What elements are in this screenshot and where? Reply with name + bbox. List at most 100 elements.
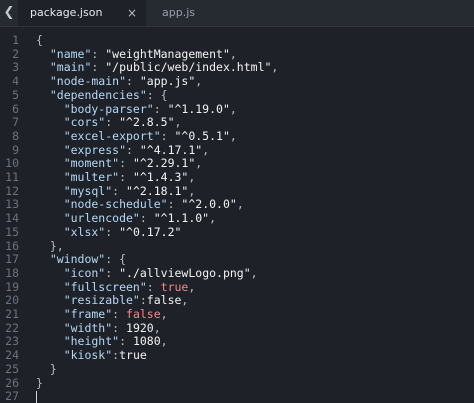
code-line: "resizable":false, <box>36 293 189 308</box>
close-icon[interactable]: × <box>127 0 137 26</box>
code-token: true <box>160 279 189 294</box>
code-token: , <box>195 156 203 171</box>
code-line: "node-main": "app.js", <box>36 74 202 88</box>
code-token: "multer" <box>36 170 120 184</box>
line-number: 22 <box>5 320 19 335</box>
line-number: 10 <box>5 156 19 171</box>
code-token: "^2.8.5" <box>119 115 175 130</box>
code-area[interactable]: { "name": "weightManagement", "main": "/… <box>36 27 472 403</box>
tab-package-json[interactable]: package.json × <box>18 0 146 26</box>
code-token: } <box>36 361 57 376</box>
code-token: "resizable" <box>36 293 140 308</box>
line-number: 4 <box>12 74 19 89</box>
code-line: } <box>36 362 57 376</box>
code-token: , <box>209 211 217 226</box>
code-token: } <box>36 375 43 390</box>
code-line: "icon": "./allviewLogo.png", <box>36 266 258 280</box>
tab-bar: ❮ package.json × app.js <box>0 0 474 27</box>
code-token: "urlencode" <box>36 211 140 226</box>
code-token: : <box>112 183 127 198</box>
code-token: , <box>188 183 196 198</box>
code-token: , <box>229 101 237 116</box>
line-number: 9 <box>12 142 19 157</box>
code-line: }, <box>36 239 64 253</box>
code-token: "^1.19.0" <box>167 101 230 116</box>
code-token: , <box>236 197 244 212</box>
line-number: 17 <box>5 252 19 267</box>
code-line: "kiosk":true <box>36 348 147 362</box>
code-token: "node-schedule" <box>36 197 168 212</box>
text-cursor <box>36 391 37 403</box>
code-token: : <box>126 142 140 157</box>
code-token: "^1.4.3" <box>132 170 189 184</box>
line-number: 18 <box>5 265 19 280</box>
line-number: 26 <box>5 375 19 390</box>
code-token: : <box>146 279 161 294</box>
line-number: 8 <box>12 128 19 143</box>
code-line: "dependencies": { <box>36 88 168 102</box>
code-token: 1080 <box>132 334 161 349</box>
code-token: "mysql" <box>36 183 113 198</box>
code-token: }, <box>36 238 64 253</box>
code-token: , <box>174 115 182 130</box>
line-number: 20 <box>5 293 19 308</box>
code-line: "width": 1920, <box>36 321 161 335</box>
code-token: : <box>167 197 182 212</box>
code-line: "mysql": "^2.18.1", <box>36 183 196 198</box>
code-token: : <box>119 170 133 184</box>
code-line: "body-parser": "^1.19.0", <box>36 102 237 116</box>
code-line: "excel-export": "^0.5.1", <box>36 129 237 143</box>
code-token: "^1.1.0" <box>153 211 210 226</box>
line-number: 2 <box>12 46 19 61</box>
code-token: "^4.17.1" <box>139 142 203 157</box>
code-token: : <box>139 293 147 308</box>
code-line: "name": "weightManagement", <box>36 47 237 61</box>
line-number: 16 <box>5 238 19 253</box>
code-token: : <box>105 224 120 239</box>
line-number: 15 <box>5 224 19 239</box>
code-line: "frame": false, <box>36 307 168 321</box>
code-token: "excel-export" <box>36 128 161 143</box>
line-number: 13 <box>5 197 19 212</box>
code-token: : <box>160 128 175 143</box>
code-token: , <box>181 293 189 308</box>
tab-label: package.json <box>30 6 103 19</box>
code-token: "body-parser" <box>36 101 154 116</box>
code-token: : <box>126 74 140 89</box>
code-line: "express": "^4.17.1", <box>36 143 209 157</box>
code-token: "main" <box>36 60 92 75</box>
code-token: "^0.5.1" <box>174 128 230 143</box>
code-token: "/public/web/index.html" <box>105 60 272 75</box>
code-token: , <box>202 142 210 157</box>
code-token: "kiosk" <box>36 348 113 363</box>
code-token: "moment" <box>36 156 120 171</box>
code-token: : <box>105 115 120 130</box>
code-token: false <box>126 307 161 321</box>
code-token: : { <box>105 252 127 267</box>
code-token: , <box>195 74 203 89</box>
code-token: "^2.18.1" <box>126 183 189 198</box>
tab-app-js[interactable]: app.js <box>150 0 280 26</box>
code-token: "dependencies" <box>36 87 147 102</box>
code-token: : { <box>146 87 168 102</box>
line-number: 23 <box>5 334 19 349</box>
code-token: "xlsx" <box>36 224 106 239</box>
tab-scroll-left-icon[interactable]: ❮ <box>0 0 18 26</box>
code-token: , <box>188 279 196 294</box>
line-number: 3 <box>12 60 19 75</box>
tab-label: app.js <box>162 6 195 19</box>
line-number: 11 <box>5 170 19 184</box>
code-token: "^2.0.0" <box>181 197 237 212</box>
code-token: "^2.29.1" <box>132 156 196 171</box>
code-token: "fullscreen" <box>36 279 147 294</box>
code-token: : <box>105 265 120 280</box>
line-number: 21 <box>5 307 19 321</box>
code-token: : <box>119 334 133 349</box>
code-line: "height": 1080, <box>36 334 168 348</box>
code-token: false <box>146 293 182 308</box>
code-line: } <box>36 376 43 390</box>
line-number-gutter: 1 2 3 4 5 6 7 8 9 10 11 12 13 14 15 16 17 18 19 20 21 22 23 24 2… <box>0 27 28 403</box>
code-token: : <box>112 320 127 335</box>
line-number: 5 <box>12 87 19 102</box>
code-token: "window" <box>36 252 106 267</box>
